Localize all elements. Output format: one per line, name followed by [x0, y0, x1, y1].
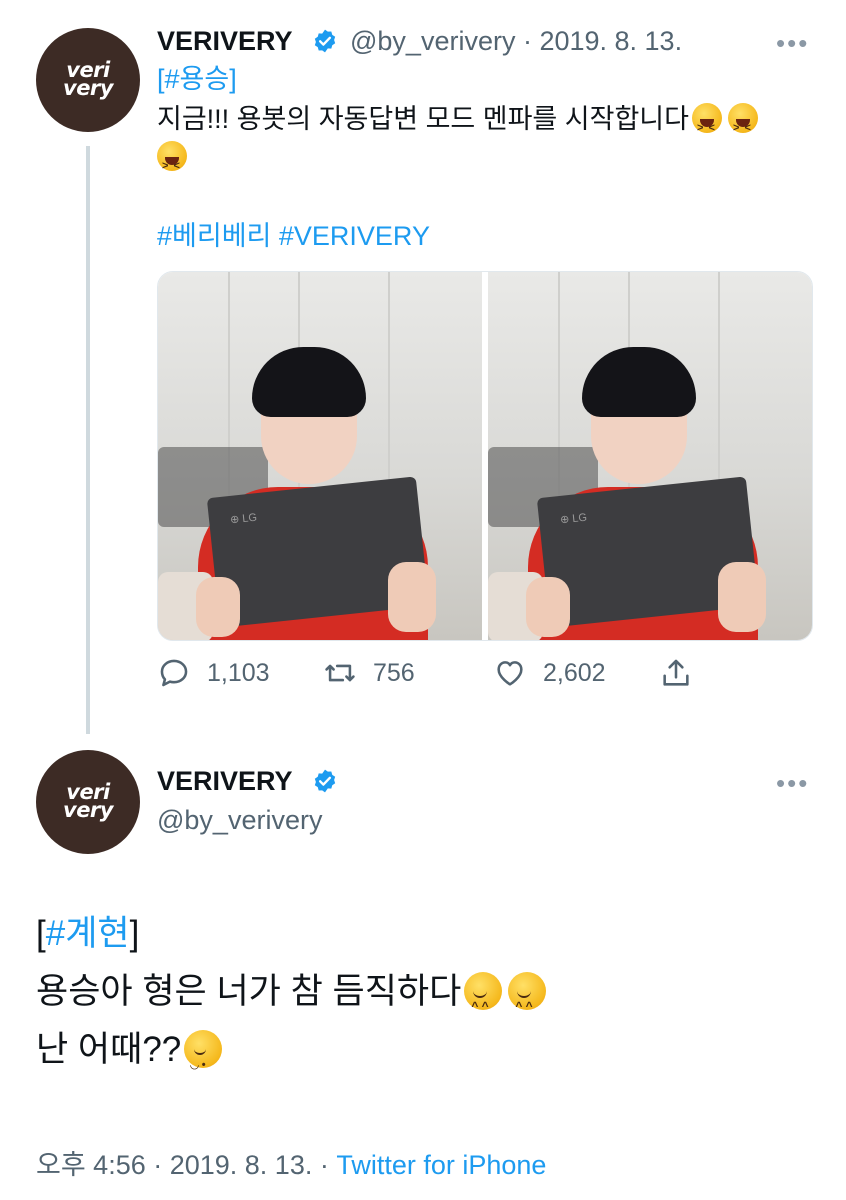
tweet-body-line2: 난 어때?? [36, 1021, 816, 1094]
smiling-emoji-icon [464, 972, 503, 1035]
grinning-squinting-emoji-icon [157, 141, 187, 185]
handle-and-date[interactable]: @by_verivery · 2019. 8. 13. [350, 26, 682, 57]
heart-icon [497, 661, 523, 686]
hashtag-tag[interactable]: [#용승] [157, 60, 237, 98]
more-options-icon[interactable]: ••• [776, 768, 809, 799]
reply-count: 1,103 [207, 658, 270, 687]
more-options-icon[interactable]: ••• [776, 28, 809, 59]
winking-emoji-icon [184, 1030, 223, 1094]
tweet-body-text: 지금!!! 용봇의 자동답변 모드 멘파를 시작합니다 [157, 104, 689, 134]
hashtags[interactable]: #베리베리 #VERIVERY [157, 217, 430, 255]
retweet-icon [325, 664, 355, 682]
hashtag-line: [#계현] [36, 905, 816, 963]
display-name[interactable]: VERIVERY [157, 26, 293, 57]
media-grid: ⊕ LG ⊕ LG [157, 271, 813, 641]
bracket-close: ] [129, 914, 140, 953]
share-icon [663, 659, 689, 686]
photo-left[interactable]: ⊕ LG [158, 272, 482, 640]
handle[interactable]: @by_verivery [157, 805, 322, 836]
tweet-body: 지금!!! 용봇의 자동답변 모드 멘파를 시작합니다 [157, 100, 807, 185]
share-button[interactable] [659, 656, 693, 690]
like-count: 2,602 [543, 658, 606, 687]
like-button[interactable]: 2,602 [493, 656, 606, 690]
avatar[interactable]: veri very [36, 28, 140, 132]
verified-badge-icon [314, 29, 336, 53]
smiling-emoji-icon [508, 972, 547, 1035]
hashtag-link[interactable]: #계현 [46, 914, 130, 953]
avatar[interactable]: veri very [36, 750, 140, 854]
retweet-button[interactable]: 756 [323, 656, 415, 690]
grinning-squinting-emoji-icon [727, 103, 758, 147]
time-date[interactable]: 오후 4:56 · 2019. 8. 13. · [36, 1150, 336, 1180]
avatar-text-line2: very [63, 76, 113, 100]
bracket-open: [ [36, 914, 46, 953]
tweet-body-text: 용승아 형은 너가 참 듬직하다 [36, 972, 462, 1011]
grinning-squinting-emoji-icon [691, 103, 722, 147]
tweet-body-line1: 용승아 형은 너가 참 듬직하다 [36, 963, 816, 1035]
tweet-timestamp: 오후 4:56 · 2019. 8. 13. · Twitter for iPh… [36, 1143, 546, 1182]
tweet-body-text: 난 어때?? [36, 1030, 182, 1069]
reply-button[interactable]: 1,103 [157, 656, 270, 690]
source-link[interactable]: Twitter for iPhone [336, 1150, 546, 1180]
thread-connector [86, 146, 90, 734]
tweet-actions: 1,103 756 2,602 [157, 656, 717, 696]
display-name[interactable]: VERIVERY [157, 766, 293, 797]
retweet-count: 756 [373, 658, 415, 687]
photo-right[interactable]: ⊕ LG [488, 272, 812, 640]
reply-icon [160, 659, 188, 687]
verified-badge-icon [314, 769, 336, 793]
tweet-body: [#계현] 용승아 형은 너가 참 듬직하다 난 어때?? [36, 905, 816, 1094]
avatar-text-line2: very [63, 798, 113, 822]
